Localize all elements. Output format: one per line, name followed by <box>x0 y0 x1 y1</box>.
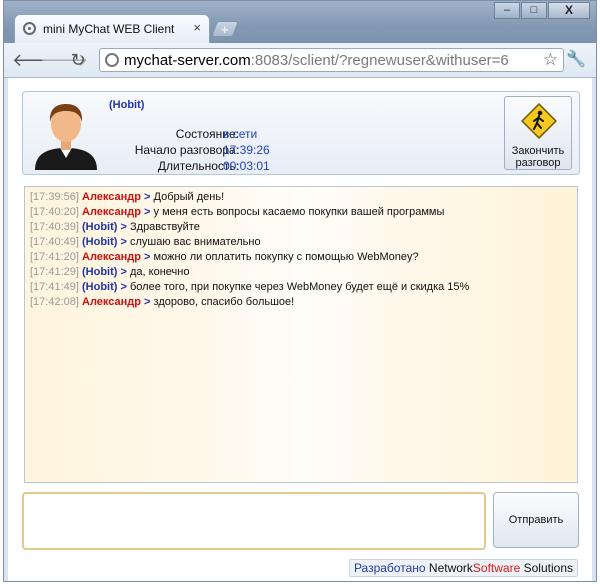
message-text: Здравствуйте <box>130 221 200 233</box>
duration-value: 00:03:01 <box>223 159 270 173</box>
credits-software: Software <box>472 561 521 575</box>
message-input[interactable] <box>22 492 486 550</box>
message-author: (Hobit) <box>82 221 118 233</box>
message-author: Александр <box>82 296 141 308</box>
message-text: да, конечно <box>130 266 190 278</box>
message-arrow: > <box>120 281 127 293</box>
message-text: здорово, спасибо большое! <box>153 296 295 308</box>
message-time: [17:40:20] <box>30 206 79 218</box>
page-content: (Hobit) Состояние: в сети Начало разгово… <box>8 78 592 581</box>
message-arrow: > <box>144 296 151 308</box>
url-text: mychat-server.com:8083/sclient/?regnewus… <box>124 52 509 69</box>
message-row: [17:40:20] Александр > у меня есть вопро… <box>30 206 444 219</box>
end-conversation-label: Закончить разговор <box>505 145 571 169</box>
message-row: [17:40:39] (Hobit) > Здравствуйте <box>30 221 200 234</box>
tab-close-icon[interactable]: × <box>193 20 201 35</box>
credits-solutions: Solutions <box>523 561 573 575</box>
message-row: [17:42:08] Александр > здорово, спасибо … <box>30 296 294 309</box>
browser-tab[interactable]: mini MyChat WEB Client × <box>14 14 210 43</box>
message-author: Александр <box>82 206 141 218</box>
reload-icon[interactable]: ↻ <box>67 49 89 71</box>
globe-icon <box>105 53 119 67</box>
end-conversation-button[interactable]: Закончить разговор <box>504 96 572 170</box>
message-text: более того, при покупке через WebMoney б… <box>130 281 470 293</box>
tab-title: mini MyChat WEB Client <box>43 22 175 36</box>
browser-toolbar: 🡐 🡒 ↻ mychat-server.com:8083/sclient/?re… <box>4 43 596 78</box>
message-text: у меня есть вопросы касаемо покупки ваше… <box>153 206 445 218</box>
bookmark-star-icon[interactable]: ☆ <box>543 50 558 70</box>
message-time: [17:41:20] <box>30 251 79 263</box>
message-arrow: > <box>120 236 127 248</box>
message-arrow: > <box>120 266 127 278</box>
message-time: [17:42:08] <box>30 296 79 308</box>
close-window-button[interactable]: X <box>548 2 590 19</box>
pedestrian-sign-icon <box>521 103 557 139</box>
message-time: [17:41:29] <box>30 266 79 278</box>
message-author: (Hobit) <box>82 236 118 248</box>
message-time: [17:40:49] <box>30 236 79 248</box>
plus-icon: + <box>221 22 229 37</box>
end-label-line1: Закончить <box>511 145 565 157</box>
credits-network: Network <box>428 561 473 575</box>
message-row: [17:41:29] (Hobit) > да, конечно <box>30 266 189 279</box>
contact-header: (Hobit) Состояние: в сети Начало разгово… <box>22 91 580 175</box>
message-author: Александр <box>82 191 141 203</box>
message-text: слушаю вас внимательно <box>130 236 261 248</box>
title-bar: mini MyChat WEB Client × + – □ X <box>4 1 596 43</box>
browser-window: mini MyChat WEB Client × + – □ X 🡐 🡒 ↻ m… <box>3 0 597 582</box>
tab-favicon-icon <box>23 22 36 35</box>
url-path: :8083/sclient/?regnewuser&withuser=6 <box>250 52 509 69</box>
window-controls: – □ X <box>493 2 590 19</box>
new-tab-button[interactable]: + <box>211 21 239 37</box>
message-arrow: > <box>144 206 151 218</box>
message-row: [17:39:56] Александр > Добрый день! <box>30 191 224 204</box>
contact-name: (Hobit) <box>109 99 145 111</box>
start-value: 17:39:26 <box>223 143 270 157</box>
send-button[interactable]: Отправить <box>493 492 579 548</box>
end-label-line2: разговор <box>515 157 561 169</box>
maximize-button[interactable]: □ <box>521 2 547 19</box>
forward-arrow-icon[interactable]: 🡒 <box>40 49 88 71</box>
message-author: (Hobit) <box>82 266 118 278</box>
credits-developed: Разработано <box>353 561 426 575</box>
message-text: можно ли оплатить покупку с помощью WebM… <box>153 251 419 263</box>
credits-bar: Разработано NetworkSoftware Solutions <box>348 559 578 577</box>
message-text: Добрый день! <box>153 191 225 203</box>
message-author: (Hobit) <box>82 281 118 293</box>
message-arrow: > <box>144 191 151 203</box>
message-log[interactable]: [17:39:56] Александр > Добрый день! [17:4… <box>24 186 578 483</box>
message-time: [17:41:49] <box>30 281 79 293</box>
message-time: [17:40:39] <box>30 221 79 233</box>
avatar-icon <box>35 104 97 170</box>
url-host: mychat-server.com <box>124 52 251 69</box>
minimize-button[interactable]: – <box>494 2 520 19</box>
message-arrow: > <box>120 221 127 233</box>
message-row: [17:41:49] (Hobit) > более того, при пок… <box>30 281 469 294</box>
message-row: [17:40:49] (Hobit) > слушаю вас внимател… <box>30 236 261 249</box>
back-arrow-icon[interactable]: 🡐 <box>12 49 60 71</box>
wrench-icon[interactable]: 🔧 <box>566 49 586 69</box>
status-value: в сети <box>223 127 258 141</box>
message-row: [17:41:20] Александр > можно ли оплатить… <box>30 251 419 264</box>
address-bar[interactable]: mychat-server.com:8083/sclient/?regnewus… <box>99 48 564 72</box>
message-time: [17:39:56] <box>30 191 79 203</box>
message-arrow: > <box>144 251 151 263</box>
message-author: Александр <box>82 251 141 263</box>
